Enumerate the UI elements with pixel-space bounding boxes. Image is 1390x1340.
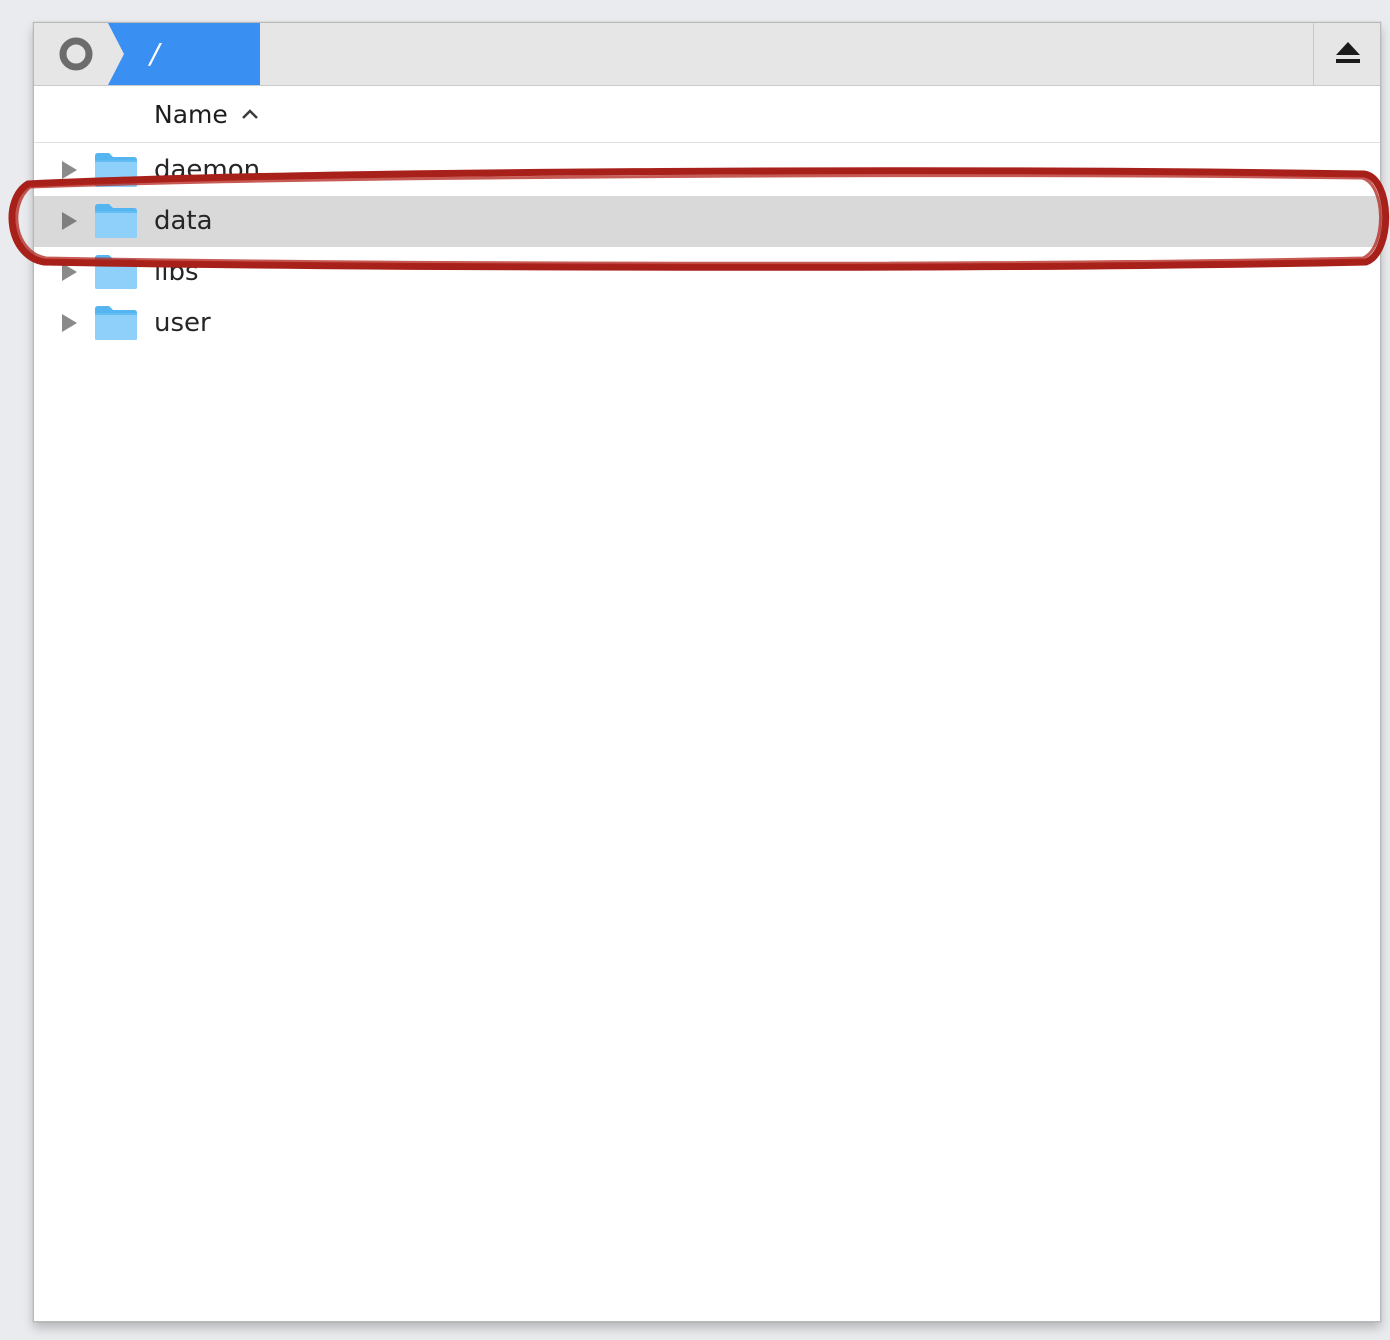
chevron-up-icon — [241, 109, 258, 119]
list-item-label: data — [154, 206, 213, 236]
disk-ring-icon[interactable] — [56, 37, 100, 71]
disclosure-triangle-icon[interactable] — [60, 261, 78, 283]
folder-icon — [95, 255, 137, 289]
disclosure-triangle-icon[interactable] — [60, 159, 78, 181]
list-item-data[interactable]: data — [34, 196, 1380, 247]
folder-icon — [95, 204, 137, 238]
disclosure-triangle-icon[interactable] — [60, 210, 78, 232]
file-list: daemon data libs user — [34, 145, 1380, 349]
list-item-label: libs — [154, 257, 199, 287]
folder-icon — [95, 153, 137, 187]
column-header: Name — [34, 86, 1380, 143]
path-bar: / — [34, 23, 1380, 86]
folder-icon — [95, 306, 137, 340]
list-item-label: daemon — [154, 155, 261, 185]
list-item-libs[interactable]: libs — [34, 247, 1380, 298]
file-browser-window: / Name daemon data libs user — [33, 22, 1381, 1322]
name-column-label: Name — [154, 99, 228, 129]
breadcrumb-label: / — [150, 37, 160, 70]
list-item-daemon[interactable]: daemon — [34, 145, 1380, 196]
name-column-header[interactable]: Name — [154, 98, 260, 130]
eject-button[interactable] — [1314, 23, 1380, 85]
disclosure-triangle-icon[interactable] — [60, 312, 78, 334]
breadcrumb-root[interactable]: / — [108, 23, 260, 85]
list-item-user[interactable]: user — [34, 298, 1380, 349]
eject-icon — [1336, 42, 1360, 63]
list-item-label: user — [154, 308, 211, 338]
